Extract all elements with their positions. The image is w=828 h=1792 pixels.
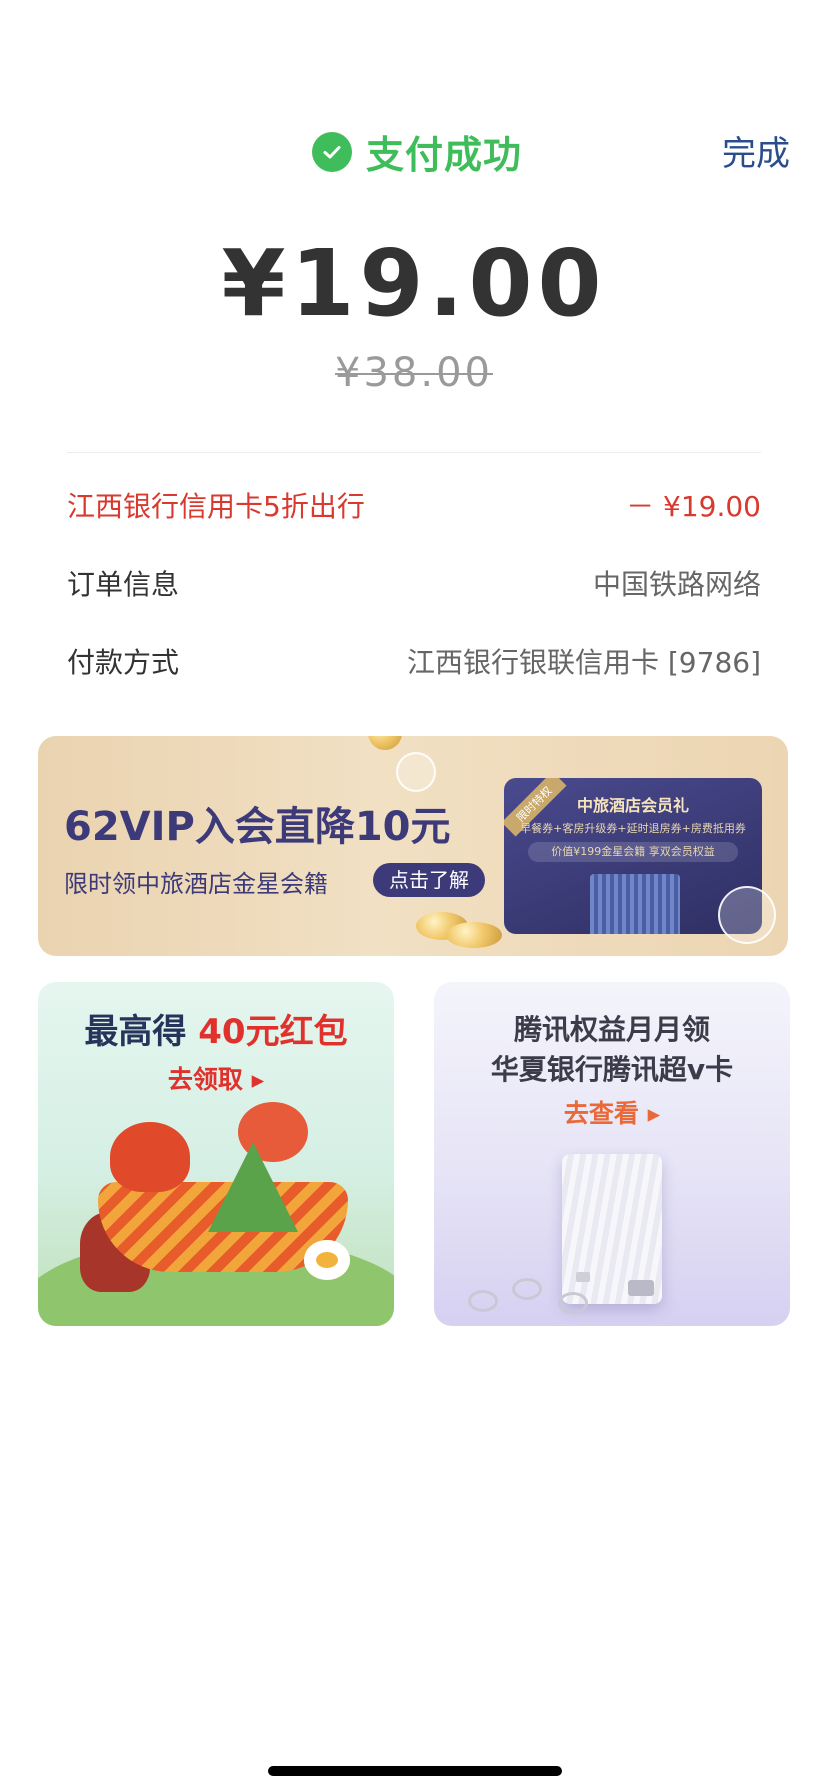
payment-status: 支付成功: [312, 124, 522, 179]
order-info-label: 订单信息: [67, 568, 180, 601]
red-packet-title-prefix: 最高得: [84, 1012, 187, 1052]
gold-coin-icon: [368, 736, 402, 750]
red-packet-promo-card[interactable]: 最高得 40元红包 去领取 ▸: [38, 982, 394, 1326]
glass-bubble-icon: [718, 886, 776, 944]
banner-title: 62VIP入会直降10元: [64, 804, 451, 850]
tencent-promo-title-line2: 华夏银行腾讯超v卡: [490, 1053, 734, 1086]
divider: [67, 452, 761, 453]
payment-status-header: 支付成功 完成: [0, 118, 828, 177]
payment-method-row: 付款方式 江西银行银联信用卡 [9786]: [67, 641, 761, 681]
tencent-card-promo-card[interactable]: 腾讯权益月月领 华夏银行腾讯超v卡 去查看 ▸: [434, 982, 790, 1326]
order-info-value: 中国铁路网络: [592, 568, 761, 601]
gold-coin-icon: [446, 922, 502, 948]
red-packet-title-highlight: 40元红包: [198, 1012, 348, 1052]
salted-egg-icon: [304, 1240, 350, 1280]
bank-card-icon: [562, 1154, 662, 1304]
claim-link[interactable]: 去领取 ▸: [38, 1060, 394, 1096]
paid-amount: ¥19.00: [221, 230, 607, 337]
red-packet-title: 最高得 40元红包: [38, 1004, 394, 1053]
payment-method-label: 付款方式: [67, 646, 180, 679]
discount-value: － ¥19.00: [626, 490, 761, 523]
done-button[interactable]: 完成: [722, 126, 790, 175]
tencent-promo-title-line1: 腾讯权益月月领: [513, 1013, 710, 1046]
dragon-head-icon: [110, 1122, 190, 1192]
ring-decoration-icon: [558, 1292, 588, 1314]
discount-row: 江西银行信用卡5折出行 － ¥19.00: [67, 485, 761, 525]
original-amount: ¥38.00: [335, 350, 493, 396]
home-indicator[interactable]: [268, 1766, 562, 1776]
ring-decoration-icon: [468, 1290, 498, 1312]
payment-status-text: 支付成功: [366, 133, 523, 177]
membership-card-title: 中旅酒店会员礼: [576, 796, 689, 815]
unionpay-logo-icon: [628, 1280, 654, 1296]
glass-bubble-icon: [396, 752, 436, 792]
order-info-row[interactable]: 订单信息 中国铁路网络: [67, 563, 761, 603]
membership-card-value: 价值¥199金星会籍 享双会员权益: [528, 842, 738, 862]
hotel-building-icon: [590, 874, 680, 934]
view-link[interactable]: 去查看 ▸: [434, 1094, 790, 1130]
learn-more-button[interactable]: 点击了解: [373, 863, 485, 897]
check-circle-icon: [312, 131, 352, 172]
payment-method-value: 江西银行银联信用卡 [9786]: [406, 646, 761, 679]
banner-subtitle: 限时领中旅酒店金星会籍: [64, 870, 328, 898]
membership-card-benefits: 早餐券+客房升级券+延时退房券+房费抵用券: [520, 822, 746, 835]
card-chip-icon: [576, 1272, 590, 1282]
vip-promo-banner[interactable]: 62VIP入会直降10元 限时领中旅酒店金星会籍 点击了解 限时特权 中旅酒店会…: [38, 736, 788, 956]
ring-decoration-icon: [512, 1278, 542, 1300]
discount-label: 江西银行信用卡5折出行: [67, 490, 365, 523]
